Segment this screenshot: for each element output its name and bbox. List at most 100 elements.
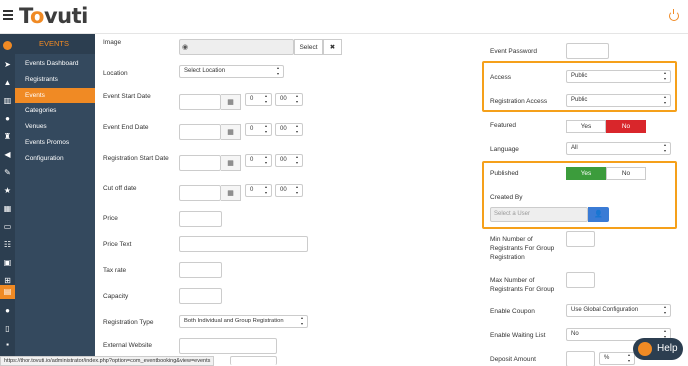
calendar-icon[interactable]: ▦ [221, 155, 241, 171]
deposit-unit-select[interactable]: % [599, 352, 635, 365]
capacity-input[interactable] [179, 288, 222, 304]
event-end-minute-select[interactable]: 00 [275, 123, 303, 136]
icon-rail: ➤ ▲ ▥ ● ♜ ◀ ✎ ★ ▦ ▭ ☷ ▣ ⊞ ▤ ● ▯ ▪ [0, 34, 15, 366]
image-select-button[interactable]: Select [294, 39, 323, 55]
max-registrants-input[interactable] [566, 272, 595, 288]
language-label: Language [490, 146, 519, 153]
power-icon[interactable] [669, 9, 679, 21]
created-by-input[interactable]: Select a User [490, 207, 588, 222]
sidebar-item-categories[interactable]: Categories [15, 103, 95, 119]
graduation-cap-icon[interactable]: ▲ [2, 77, 13, 88]
gavel-icon[interactable]: ✎ [2, 167, 13, 178]
events-submenu: EVENTS Events Dashboard Registrants Even… [15, 34, 95, 366]
sitemap-icon[interactable]: ☷ [2, 239, 13, 250]
capacity-label: Capacity [103, 293, 129, 300]
price-text-label: Price Text [103, 241, 132, 248]
location-label: Location [103, 70, 128, 77]
sidebar-item-configuration[interactable]: Configuration [15, 151, 95, 167]
sidebar-item-events[interactable]: Events [15, 87, 95, 104]
sidebar-item-venues[interactable]: Venues [15, 119, 95, 135]
input-below-external-website[interactable] [230, 356, 277, 365]
image-path-field[interactable] [179, 39, 294, 55]
menu-icon[interactable] [3, 10, 13, 20]
help-label: Help [657, 343, 678, 354]
image-label: Image [103, 39, 122, 46]
calendar-icon[interactable]: ▦ [221, 185, 241, 201]
price-text-input[interactable] [179, 236, 308, 252]
chat-icon[interactable]: ● [2, 305, 13, 316]
cutoff-hour-select[interactable]: 0 [245, 184, 272, 197]
registration-type-label: Registration Type [103, 319, 154, 326]
enable-coupon-label: Enable Coupon [490, 308, 535, 315]
grid-icon[interactable]: ▦ [2, 203, 13, 214]
external-website-input[interactable] [179, 338, 277, 354]
enable-coupon-select[interactable]: Use Global Configuration [566, 304, 671, 317]
min-registrants-input[interactable] [566, 231, 595, 247]
featured-label: Featured [490, 122, 517, 129]
registration-access-label: Registration Access [490, 98, 548, 105]
location-select[interactable]: Select Location [179, 65, 284, 78]
registration-start-minute-select[interactable]: 00 [275, 154, 303, 167]
featured-yes-button[interactable]: Yes [566, 120, 606, 133]
event-start-minute-select[interactable]: 00 [275, 93, 303, 106]
registration-start-date-input[interactable] [179, 155, 221, 171]
contact-icon[interactable]: ▣ [2, 257, 13, 268]
registration-start-hour-select[interactable]: 0 [245, 154, 272, 167]
sidebar-item-events-dashboard[interactable]: Events Dashboard [15, 56, 95, 72]
event-start-date-input[interactable] [179, 94, 221, 110]
event-password-input[interactable] [566, 43, 609, 59]
trophy-icon[interactable]: ♜ [2, 131, 13, 142]
min-registrants-label: Min Number of Registrants For Group Regi… [490, 236, 555, 261]
status-bar-url: https://thor.tovuti.io/administrator/ind… [0, 356, 215, 366]
calendar-icon[interactable]: ▦ [221, 124, 241, 140]
calendar-icon[interactable]: ▤ [0, 285, 15, 299]
language-select[interactable]: All [566, 142, 671, 155]
access-label: Access [490, 74, 511, 81]
enable-waiting-list-label: Enable Waiting List [490, 332, 546, 339]
bar-chart-icon[interactable]: ▥ [2, 95, 13, 106]
star-icon[interactable]: ★ [2, 185, 13, 196]
help-avatar-icon [638, 342, 652, 356]
top-bar: Tovuti [0, 0, 688, 34]
calendar-icon[interactable]: ▦ [221, 94, 241, 110]
contact-card-icon[interactable]: ▪ [2, 339, 13, 350]
published-label: Published [490, 170, 519, 177]
max-registrants-label: Max Number of Registrants For Group [490, 277, 555, 293]
price-input[interactable] [179, 211, 222, 227]
tovuti-logo[interactable]: Tovuti [19, 4, 88, 28]
avatar-icon[interactable] [3, 41, 12, 50]
users-icon[interactable]: ● [2, 113, 13, 124]
credit-card-icon[interactable]: ▭ [2, 221, 13, 232]
rocket-icon[interactable]: ➤ [2, 59, 13, 70]
created-by-label: Created By [490, 194, 523, 201]
tax-rate-input[interactable] [179, 262, 222, 278]
eye-icon[interactable]: ◉ [182, 43, 188, 51]
cutoff-date-label: Cut off date [103, 185, 137, 192]
submenu-title: EVENTS [15, 34, 95, 54]
featured-no-button[interactable]: No [606, 120, 646, 133]
cutoff-minute-select[interactable]: 00 [275, 184, 303, 197]
access-select[interactable]: Public [566, 70, 671, 83]
published-yes-button[interactable]: Yes [566, 167, 606, 180]
external-website-label: External Website [103, 342, 153, 349]
event-start-hour-select[interactable]: 0 [245, 93, 272, 106]
cutoff-date-input[interactable] [179, 185, 221, 201]
event-end-date-input[interactable] [179, 124, 221, 140]
image-clear-button[interactable]: ✖ [323, 39, 342, 55]
event-password-label: Event Password [490, 48, 537, 55]
deposit-amount-input[interactable] [566, 351, 595, 366]
sidebar-item-events-promos[interactable]: Events Promos [15, 135, 95, 151]
user-select-button[interactable]: 👤 [588, 207, 609, 222]
event-end-date-label: Event End Date [103, 124, 149, 131]
registration-type-select[interactable]: Both Individual and Group Registration [179, 315, 308, 328]
sidebar-item-registrants[interactable]: Registrants [15, 72, 95, 88]
event-start-date-label: Event Start Date [103, 93, 151, 100]
registration-access-select[interactable]: Public [566, 94, 671, 107]
event-end-hour-select[interactable]: 0 [245, 123, 272, 136]
megaphone-icon[interactable]: ◀ [2, 149, 13, 160]
help-button[interactable]: Help [633, 338, 683, 360]
published-no-button[interactable]: No [606, 167, 646, 180]
deposit-amount-label: Deposit Amount [490, 356, 536, 363]
registration-start-date-label: Registration Start Date [103, 155, 169, 162]
document-icon[interactable]: ▯ [2, 323, 13, 334]
